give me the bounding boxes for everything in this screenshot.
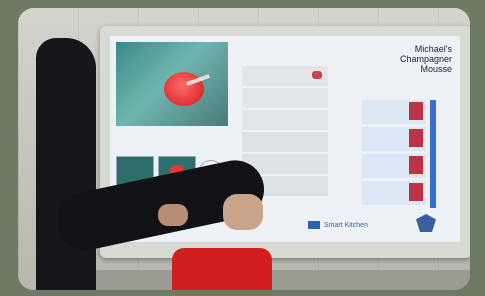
recipe-header: Michael's Champagner Mousse <box>354 44 456 74</box>
person-right-hand <box>223 194 263 230</box>
ingredient-thumbnail-icon <box>409 102 423 120</box>
recipe-title-line: Michael's <box>414 44 452 54</box>
person-body <box>36 38 96 290</box>
ingredient-item[interactable] <box>362 181 426 205</box>
recipe-step[interactable] <box>242 132 328 152</box>
recipe-step[interactable] <box>242 66 328 86</box>
recipe-step[interactable] <box>242 88 328 108</box>
recipe-step[interactable] <box>242 110 328 130</box>
ingredient-thumbnail-icon <box>409 129 423 147</box>
recipe-title-line: Champagner <box>399 54 452 64</box>
brand-name: Smart Kitchen <box>324 222 368 229</box>
recipe-title-line: Mousse <box>420 64 452 74</box>
university-logo-icon <box>416 214 436 232</box>
ingredient-thumbnail-icon <box>409 183 423 201</box>
recipe-step-marker-icon <box>312 71 322 79</box>
ingredients-scrollbar[interactable] <box>430 100 436 208</box>
ingredients-list <box>362 100 426 208</box>
person-left-hand <box>158 204 188 226</box>
photo-frame: Michael's Champagner Mousse Smart Kitche… <box>18 8 470 290</box>
brand-mark-icon <box>308 221 320 229</box>
ingredient-thumbnail-icon <box>409 156 423 174</box>
cooking-video-feed[interactable] <box>116 42 228 126</box>
ingredient-item[interactable] <box>362 100 426 124</box>
ingredient-item[interactable] <box>362 127 426 151</box>
red-pot <box>172 248 272 290</box>
ingredient-item[interactable] <box>362 154 426 178</box>
